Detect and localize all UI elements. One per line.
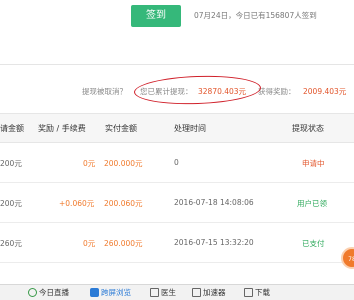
cell-status: 用户已领 <box>297 199 327 208</box>
cell-amount: 200元 <box>0 159 22 168</box>
browser-status-bar: 今日直播 跨屏浏览 医生 加速器 下载 <box>0 284 354 300</box>
signin-info: 07月24日，今日已有156807人签到 <box>194 11 317 20</box>
reward-value: 2009.403元 <box>303 87 347 96</box>
cell-bonus: +0.060元 <box>59 199 95 208</box>
col-amount: 请金额 <box>0 124 24 133</box>
col-paid: 实付金额 <box>105 124 137 133</box>
annotation-circle <box>133 73 262 107</box>
col-status: 提现状态 <box>292 124 324 133</box>
download-icon <box>244 288 253 297</box>
col-bonus: 奖励 / 手续费 <box>38 124 86 133</box>
bottombar-label: 加速器 <box>203 288 226 297</box>
bottombar-label: 今日直播 <box>39 288 69 297</box>
bottombar-item-crossscreen[interactable]: 跨屏浏览 <box>90 287 131 298</box>
cell-paid: 260.000元 <box>104 239 143 248</box>
table-row: 200元 0元 200.000元 0 申请中 <box>0 143 354 183</box>
cell-status: 已支付 <box>302 239 325 248</box>
cell-status: 申请中 <box>302 159 325 168</box>
reward-label: 获得奖励： <box>258 87 296 96</box>
signin-area: 签到 07月24日，今日已有156807人签到 <box>0 0 354 55</box>
divider <box>0 64 354 65</box>
cell-amount: 200元 <box>0 199 22 208</box>
cell-time: 0 <box>174 158 179 167</box>
bottombar-item-doctor[interactable]: 医生 <box>150 287 176 298</box>
table-header: 请金额 奖励 / 手续费 实付金额 处理时间 提现状态 <box>0 113 354 143</box>
bottombar-label: 医生 <box>161 288 176 297</box>
floating-badge[interactable]: 78 <box>341 247 354 269</box>
bottombar-item-download[interactable]: 下载 <box>244 287 270 298</box>
bottombar-label: 下载 <box>255 288 270 297</box>
table-row: 260元 0元 260.000元 2016-07-15 13:32:20 已支付 <box>0 223 354 263</box>
signin-button[interactable]: 签到 <box>131 5 181 27</box>
screen-icon <box>90 288 99 297</box>
bottombar-item-live[interactable]: 今日直播 <box>28 287 69 298</box>
cell-time: 2016-07-15 13:32:20 <box>174 238 254 247</box>
doctor-icon <box>150 288 159 297</box>
play-icon <box>28 288 37 297</box>
cell-paid: 200.000元 <box>104 159 143 168</box>
accelerator-icon <box>192 288 201 297</box>
bottombar-label: 跨屏浏览 <box>101 288 131 297</box>
table-row: 200元 +0.060元 200.060元 2016-07-18 14:08:0… <box>0 183 354 223</box>
cell-bonus: 0元 <box>83 239 96 248</box>
cell-paid: 200.060元 <box>104 199 143 208</box>
cell-bonus: 0元 <box>83 159 96 168</box>
cell-time: 2016-07-18 14:08:06 <box>174 198 254 207</box>
col-time: 处理时间 <box>174 124 206 133</box>
cancelled-link[interactable]: 提现被取消？ <box>82 86 127 97</box>
bottombar-item-accelerator[interactable]: 加速器 <box>192 287 226 298</box>
cell-amount: 260元 <box>0 239 22 248</box>
